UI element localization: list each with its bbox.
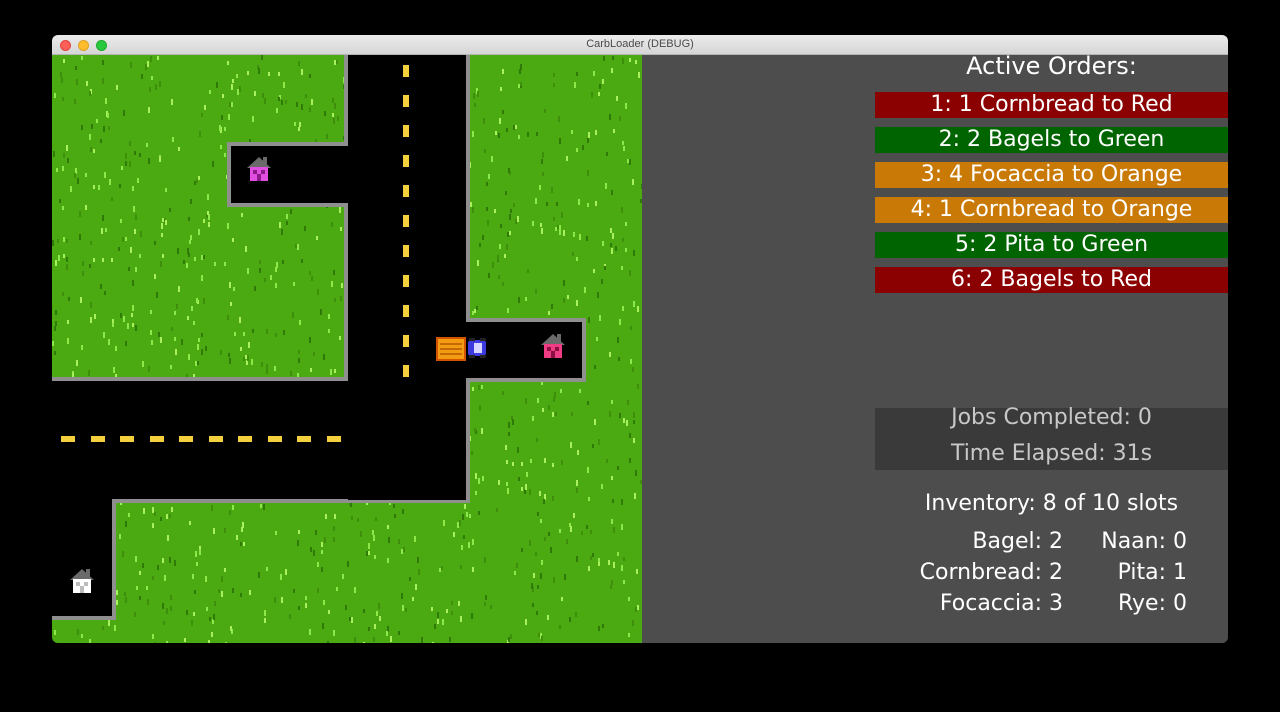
lane-dash	[90, 436, 105, 442]
game-map[interactable]	[52, 55, 642, 643]
inventory-pita: Pita: 1	[1117, 560, 1187, 585]
order-item[interactable]: 6: 2 Bagels to Red	[875, 267, 1228, 293]
inventory-focaccia: Focaccia: 3	[939, 591, 1063, 616]
side-panel: Active Orders: 1: 1 Cornbread to Red 2: …	[642, 52, 1228, 643]
lane-dash	[179, 436, 193, 442]
lane-dash	[403, 185, 409, 197]
magenta-house-icon[interactable]	[245, 155, 273, 183]
lane-dash	[297, 436, 311, 442]
stats-box: Jobs Completed: 0 Time Elapsed: 31s	[875, 405, 1228, 470]
order-item[interactable]: 3: 4 Focaccia to Orange	[875, 162, 1228, 188]
lane-dash	[403, 215, 409, 227]
delivery-truck-icon[interactable]	[436, 335, 490, 361]
order-item[interactable]: 5: 2 Pita to Green	[875, 232, 1228, 258]
window-title: CarbLoader (DEBUG)	[586, 38, 694, 50]
lane-dash	[149, 436, 164, 442]
lane-dash	[267, 436, 282, 442]
lane-dash	[403, 335, 409, 347]
game-window: CarbLoader (DEBUG) Active Orders: 1: 1 C…	[52, 35, 1228, 643]
lane-dash	[403, 155, 409, 167]
lane-dash	[403, 125, 409, 137]
inventory-title: Inventory: 8 of 10 slots	[924, 491, 1179, 516]
order-item[interactable]: 1: 1 Cornbread to Red	[875, 92, 1228, 118]
lane-dash	[403, 275, 409, 287]
lane-dash	[403, 245, 409, 257]
inventory-rye: Rye: 0	[1117, 591, 1187, 616]
lane-dash	[61, 436, 75, 442]
order-item[interactable]: 2: 2 Bagels to Green	[875, 127, 1228, 153]
inventory-cornbread: Cornbread: 2	[919, 560, 1063, 585]
road-spur-lower	[52, 495, 112, 616]
lane-dash	[403, 365, 409, 377]
lane-dash	[403, 95, 409, 107]
pink-house-icon[interactable]	[539, 332, 567, 360]
lane-dash	[120, 436, 134, 442]
road-horizontal	[52, 381, 466, 499]
time-elapsed: Time Elapsed: 31s	[950, 441, 1153, 466]
lane-dash	[403, 65, 409, 77]
lane-dash	[208, 436, 223, 442]
jobs-completed: Jobs Completed: 0	[951, 405, 1152, 430]
orders-title: Active Orders:	[966, 52, 1137, 80]
white-house-icon[interactable]	[68, 567, 96, 595]
lane-dash	[326, 436, 341, 442]
lane-dash	[238, 436, 252, 442]
lane-dash	[403, 305, 409, 317]
inventory-bagel: Bagel: 2	[972, 529, 1063, 554]
inventory-naan: Naan: 0	[1101, 529, 1187, 554]
order-item[interactable]: 4: 1 Cornbread to Orange	[875, 197, 1228, 223]
